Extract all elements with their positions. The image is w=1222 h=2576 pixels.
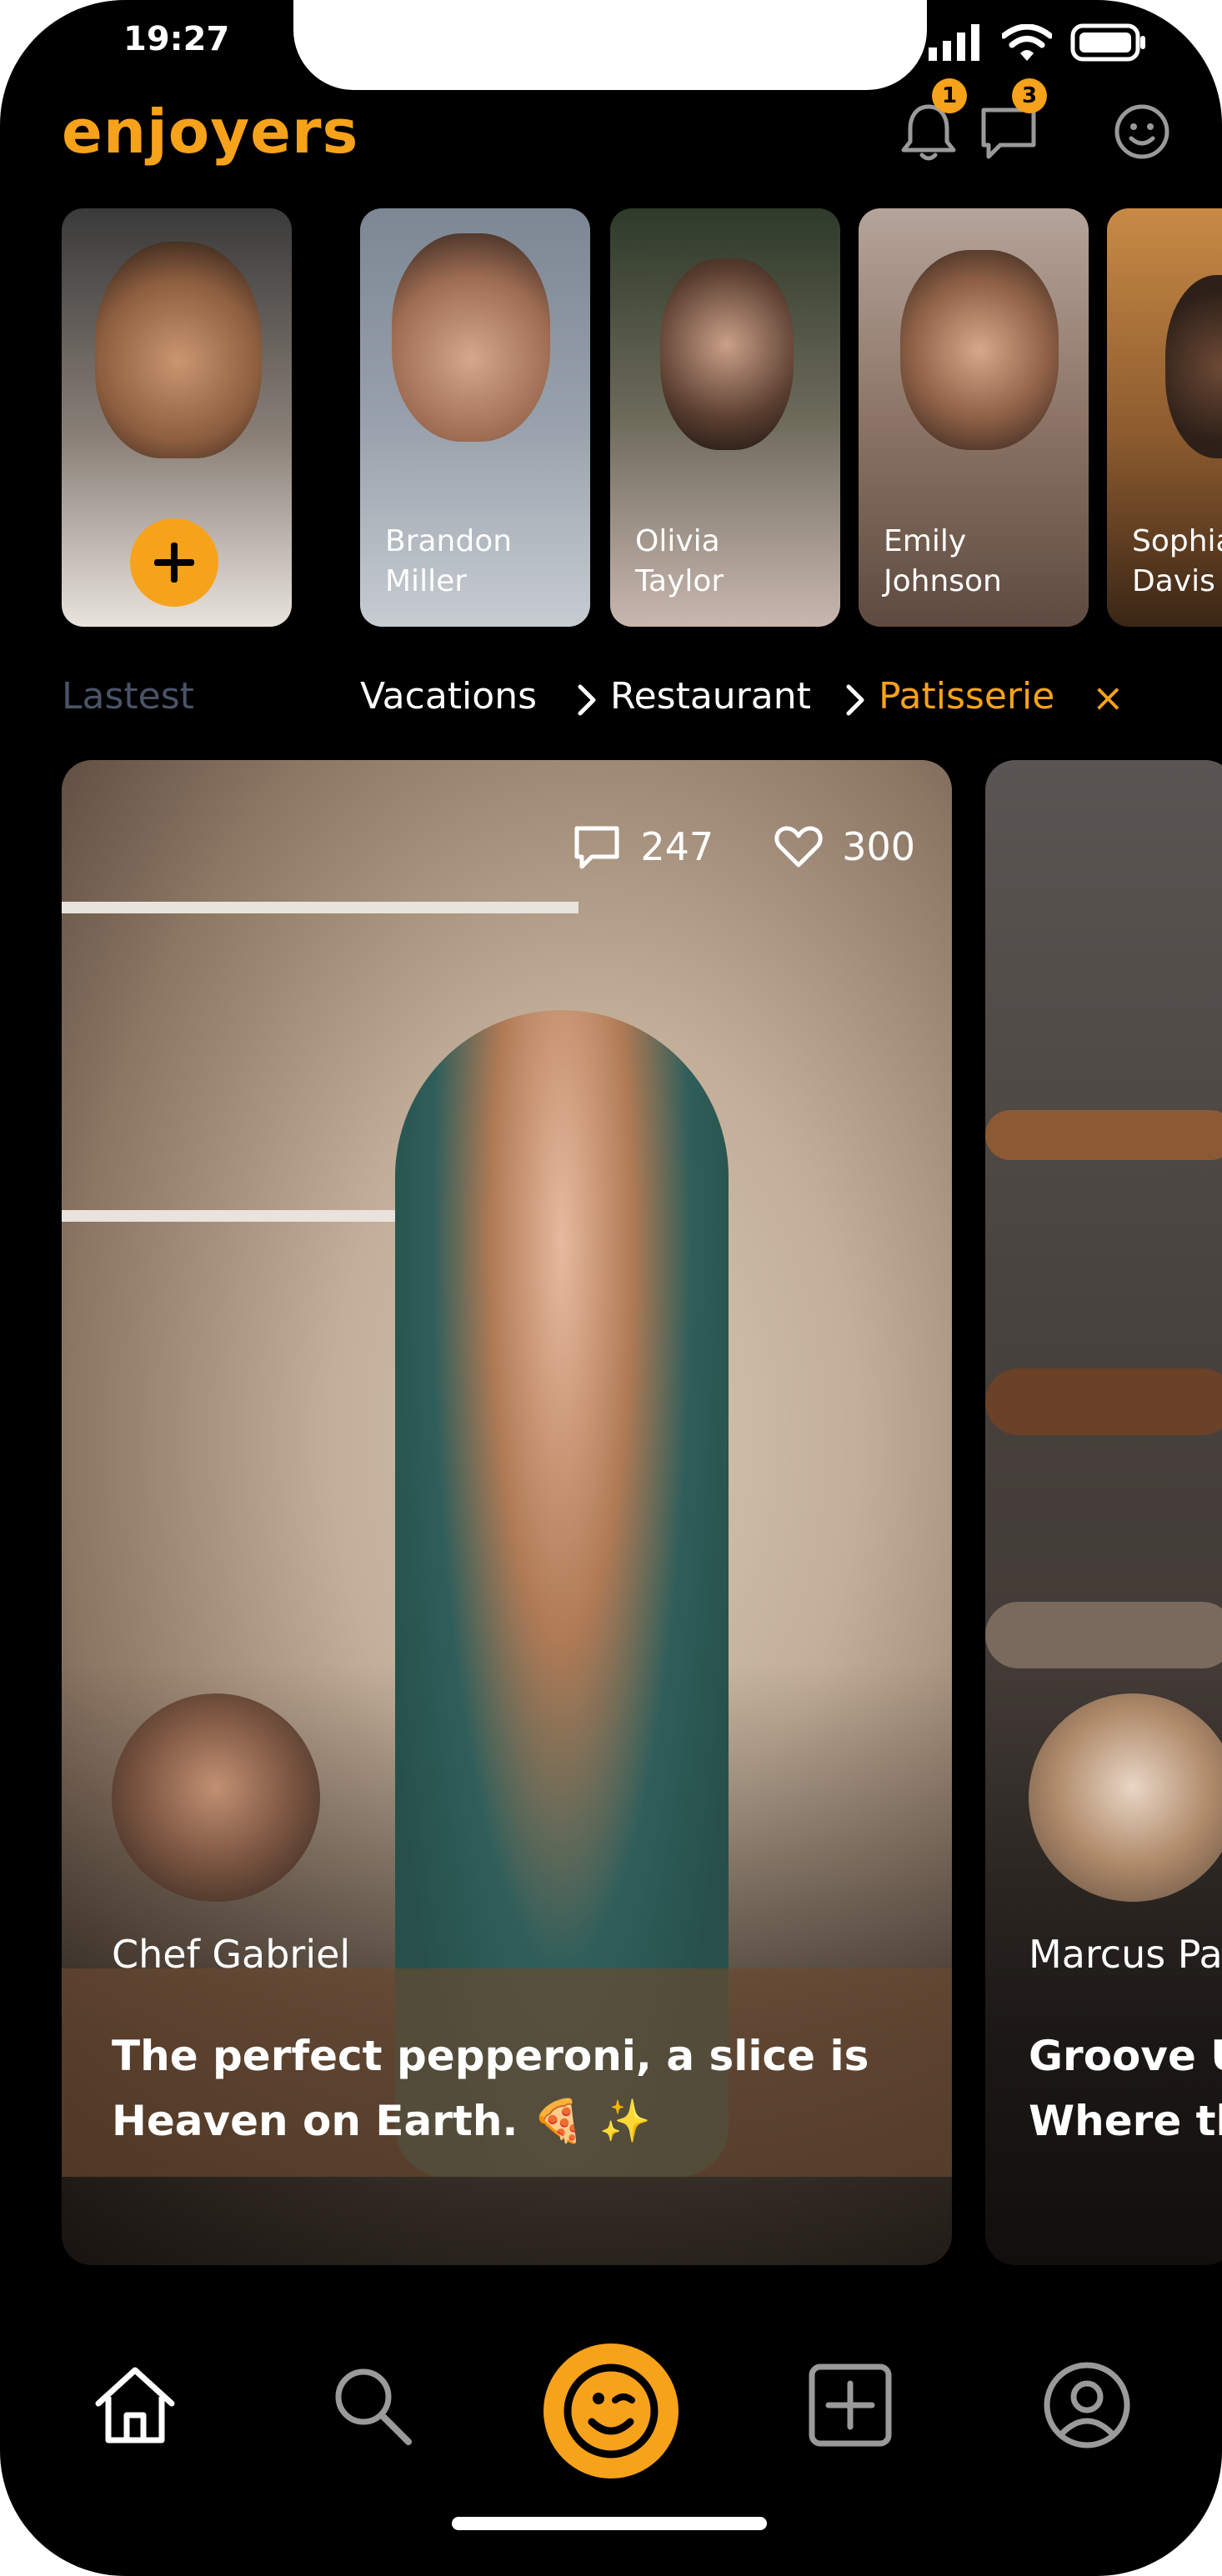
- signal-icon: [929, 24, 979, 61]
- like-count: 300: [842, 824, 915, 869]
- story-name: Brandon Miller: [385, 524, 513, 598]
- shelf: [62, 902, 578, 913]
- story-add-own[interactable]: [62, 208, 292, 627]
- plus-icon: [154, 543, 194, 583]
- shelf: [62, 1210, 445, 1222]
- nav-profile[interactable]: [1042, 2360, 1132, 2453]
- story-card[interactable]: Brandon Miller: [360, 208, 590, 627]
- nav-search[interactable]: [327, 2360, 417, 2453]
- story-avatar: [660, 258, 794, 450]
- nav-home[interactable]: [90, 2360, 180, 2453]
- chevron-right-icon: [578, 684, 596, 716]
- clear-filter-button[interactable]: ×: [1092, 675, 1124, 720]
- story-name: Olivia Taylor: [635, 524, 724, 598]
- chevron-right-icon: [846, 684, 864, 716]
- story-avatar: [392, 233, 550, 442]
- nav-add[interactable]: [805, 2360, 895, 2453]
- nav-enjoy[interactable]: [543, 2343, 679, 2482]
- breadcrumb-restaurant[interactable]: Restaurant: [610, 675, 811, 718]
- breadcrumb-patisserie[interactable]: Patisserie: [879, 675, 1054, 718]
- search-icon: [335, 2368, 412, 2445]
- app-logo: enjoyers: [62, 97, 359, 167]
- author-name[interactable]: Marcus Pa: [1029, 1932, 1222, 1977]
- smiley-icon: [1114, 104, 1169, 159]
- story-name: Emily Johnson: [884, 524, 1002, 598]
- bread-shelf: [985, 1110, 1222, 1160]
- post-card[interactable]: Marcus Pa Groove U Where th: [985, 760, 1222, 2265]
- story-card[interactable]: Sophia Davis: [1107, 208, 1222, 627]
- wink-icon: [543, 2343, 679, 2478]
- story-avatar: [95, 242, 262, 458]
- messages-button[interactable]: 3: [975, 78, 1047, 165]
- post-stats: 247 300: [570, 820, 915, 873]
- breadcrumb-vacations[interactable]: Vacations: [360, 675, 537, 718]
- author-avatar[interactable]: [112, 1693, 320, 1902]
- post-caption: Groove U Where th: [1029, 2032, 1222, 2145]
- status-icons: [929, 23, 1147, 62]
- post-card[interactable]: 247 300 Chef Gabriel The perfect peppero…: [62, 760, 952, 2265]
- messages-badge: 3: [1012, 78, 1047, 113]
- latest-tab[interactable]: Lastest: [62, 675, 194, 718]
- home-icon: [95, 2367, 175, 2443]
- stories-row: Brandon Miller Olivia Taylor Emily Johns…: [0, 208, 1222, 629]
- story-card[interactable]: Olivia Taylor: [610, 208, 840, 627]
- comment-count: 247: [640, 824, 714, 869]
- mood-button[interactable]: [1109, 98, 1175, 165]
- camera-notch: [293, 0, 927, 90]
- add-icon: [809, 2363, 892, 2447]
- add-story-button[interactable]: [130, 518, 218, 607]
- profile-icon: [1044, 2362, 1130, 2448]
- comment-icon[interactable]: [570, 820, 624, 873]
- home-indicator[interactable]: [452, 2517, 767, 2530]
- bread-shelf: [985, 1368, 1222, 1435]
- author-name[interactable]: Chef Gabriel: [112, 1932, 350, 1977]
- notifications-button[interactable]: 1: [895, 78, 967, 165]
- status-time: 19:27: [123, 20, 230, 58]
- battery-icon: [1070, 23, 1145, 62]
- story-card[interactable]: Emily Johnson: [859, 208, 1089, 627]
- post-caption: The perfect pepperoni, a slice is Heaven…: [112, 2032, 869, 2145]
- notifications-badge: 1: [932, 78, 967, 113]
- category-filters: Lastest Vacations Restaurant Patisserie …: [0, 667, 1222, 733]
- wifi-icon: [1002, 24, 1052, 61]
- story-avatar: [900, 250, 1059, 450]
- author-avatar[interactable]: [1029, 1693, 1222, 1902]
- story-avatar: [1165, 275, 1222, 458]
- bread-shelf: [985, 1602, 1222, 1668]
- story-name: Sophia Davis: [1132, 524, 1222, 598]
- bottom-navigation: [0, 2317, 1222, 2500]
- heart-icon[interactable]: [772, 820, 825, 873]
- app-screen: 19:27 enjoyers 1 3 Brandon Miller Olivia…: [0, 0, 1222, 2576]
